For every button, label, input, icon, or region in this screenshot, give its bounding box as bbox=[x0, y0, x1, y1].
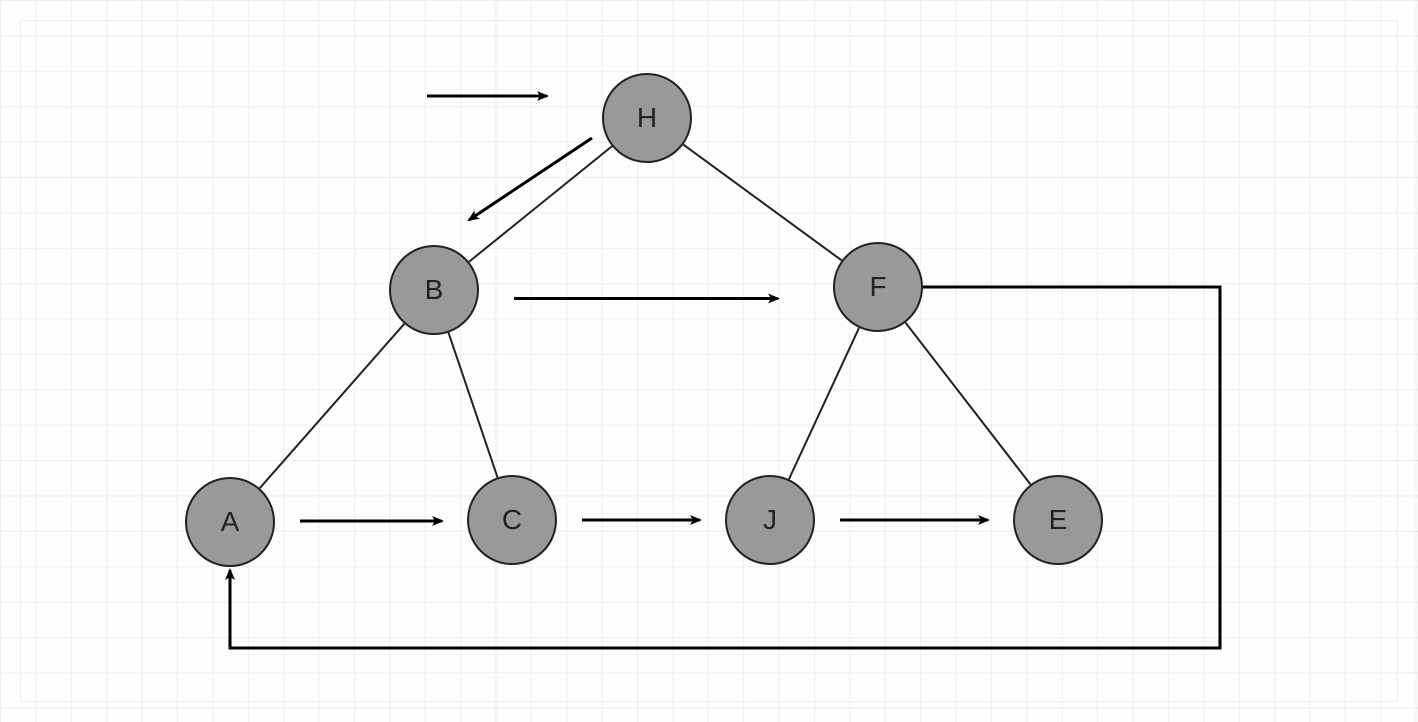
diagram-canvas: HBFACJE bbox=[0, 0, 1418, 722]
arrow-h-to-b bbox=[469, 138, 592, 220]
back-edge-f-to-a bbox=[230, 287, 1220, 648]
arrows-layer bbox=[0, 0, 1418, 722]
